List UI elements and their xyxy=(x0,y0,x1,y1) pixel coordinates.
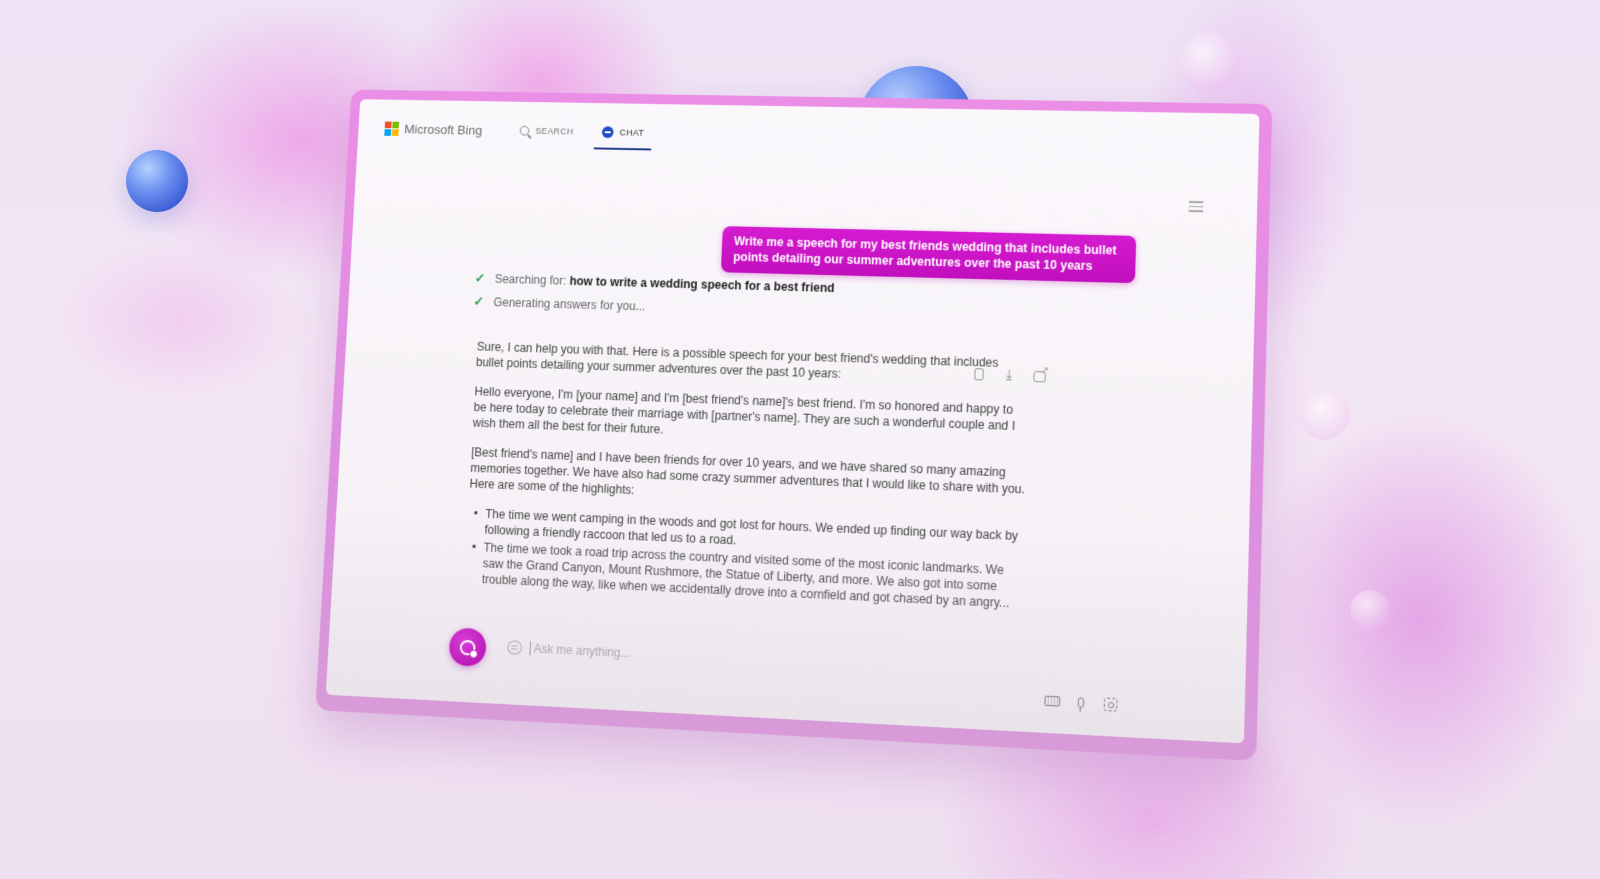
composer xyxy=(447,627,1120,722)
top-navigation: Microsoft Bing SEARCH CHAT xyxy=(384,117,666,145)
answer-paragraph: Hello everyone, I'm [your name] and I'm … xyxy=(472,384,1016,437)
visual-search-button[interactable] xyxy=(1102,696,1119,712)
brand-name: Microsoft Bing xyxy=(404,121,483,138)
tab-search-label: SEARCH xyxy=(535,126,574,137)
tab-chat-label: CHAT xyxy=(619,127,645,138)
status-generating: ✓ Generating answers for you... xyxy=(473,294,646,315)
share-button[interactable] xyxy=(1031,368,1048,385)
chat-icon xyxy=(602,126,615,139)
menu-line xyxy=(1188,209,1204,212)
hamburger-menu-icon[interactable] xyxy=(1188,200,1204,212)
menu-line xyxy=(1188,205,1204,208)
bing-chat-window: Microsoft Bing SEARCH CHAT Write me a sp… xyxy=(325,99,1260,744)
brand[interactable]: Microsoft Bing xyxy=(384,121,482,137)
checkmark-icon: ✓ xyxy=(474,270,486,286)
status-prefix: Searching for: xyxy=(494,272,570,288)
status-text: Generating answers for you... xyxy=(493,295,646,314)
status-searching: ✓ Searching for: how to write a wedding … xyxy=(474,271,834,296)
keyboard-icon xyxy=(1043,695,1060,707)
logo-square-blue xyxy=(384,128,392,136)
microsoft-logo-icon xyxy=(384,121,400,136)
device-frame: Microsoft Bing SEARCH CHAT Write me a sp… xyxy=(315,89,1273,761)
decorative-bubble xyxy=(1180,32,1240,92)
chat-bubble-icon xyxy=(507,640,523,655)
ask-field xyxy=(507,640,1028,680)
keyboard-button[interactable] xyxy=(1043,693,1060,708)
answer-intro: Sure, I can help you with that. Here is … xyxy=(475,339,999,381)
checkmark-icon: ✓ xyxy=(473,293,485,309)
tab-chat[interactable]: CHAT xyxy=(594,120,652,144)
share-icon xyxy=(1033,370,1046,383)
answer-paragraph: [Best friend's name] and I have been fri… xyxy=(469,445,1026,498)
new-topic-button[interactable] xyxy=(448,627,488,668)
bot-answer: Sure, I can help you with that. Here is … xyxy=(464,339,1030,614)
search-query[interactable]: how to write a wedding speech for a best… xyxy=(569,274,835,295)
logo-square-green xyxy=(392,121,400,128)
decorative-bubble xyxy=(1350,590,1390,630)
menu-line xyxy=(1188,200,1204,203)
logo-square-yellow xyxy=(391,128,399,136)
user-message-bubble: Write me a speech for my best friends we… xyxy=(720,226,1137,284)
logo-square-red xyxy=(384,121,392,128)
decorative-bubble xyxy=(1300,390,1350,440)
microphone-icon xyxy=(1077,697,1085,708)
answer-bullets: The time we went camping in the woods an… xyxy=(470,505,1024,611)
ask-input[interactable] xyxy=(529,641,929,676)
new-topic-icon xyxy=(459,639,476,656)
composer-tools xyxy=(1043,693,1119,712)
microphone-button[interactable] xyxy=(1072,695,1089,710)
decorative-orb xyxy=(126,150,188,212)
visual-search-icon xyxy=(1103,696,1118,712)
search-icon xyxy=(519,125,530,136)
tab-search[interactable]: SEARCH xyxy=(512,120,582,142)
status-text: Searching for: how to write a wedding sp… xyxy=(494,272,834,295)
